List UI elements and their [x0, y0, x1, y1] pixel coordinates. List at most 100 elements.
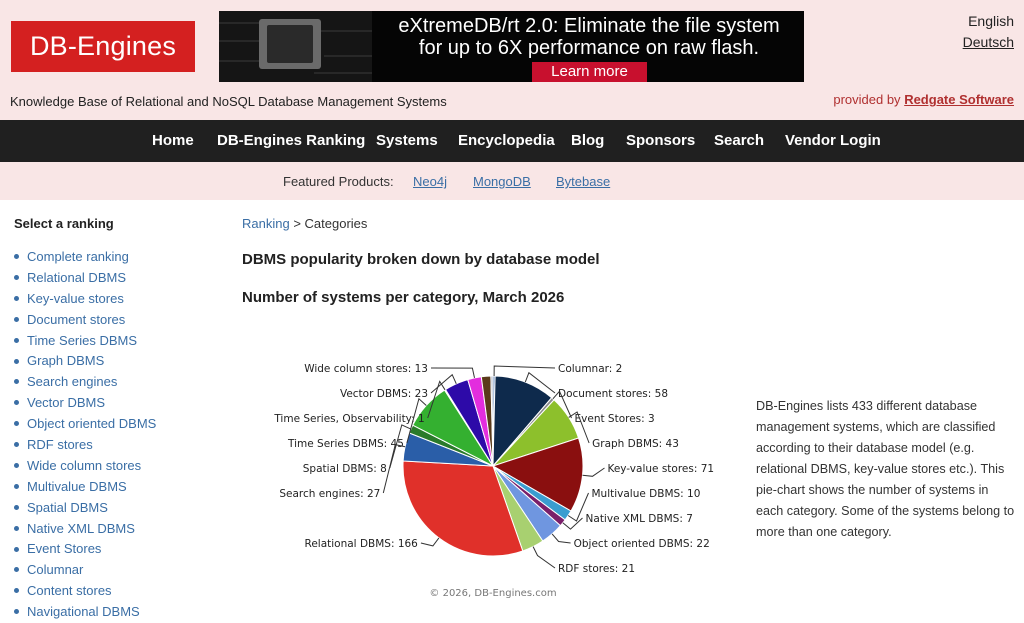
redgate-link[interactable]: Redgate Software	[904, 92, 1014, 107]
language-english[interactable]: English	[968, 13, 1014, 29]
ranking-link[interactable]: RDF stores	[27, 437, 93, 452]
ranking-link[interactable]: Object oriented DBMS	[27, 416, 156, 431]
ranking-item[interactable]: Spatial DBMS	[14, 498, 156, 519]
pie-label: Time Series, Observability: 1	[273, 413, 424, 425]
bullet-icon	[14, 483, 19, 489]
ranking-item[interactable]: Graph DBMS	[14, 351, 156, 372]
pie-label: Multivalue DBMS: 10	[591, 488, 700, 500]
pie-label: Spatial DBMS: 8	[303, 463, 387, 475]
bullet-icon	[14, 442, 19, 448]
bullet-icon	[14, 254, 19, 260]
ranking-list: Complete ranking Relational DBMS Key-val…	[14, 247, 156, 623]
ranking-link[interactable]: Complete ranking	[27, 249, 129, 264]
ranking-link[interactable]: Navigational DBMS	[27, 604, 140, 619]
pie-label: Event Stores: 3	[575, 413, 655, 425]
provided-by-prefix: provided by	[833, 92, 901, 107]
circuit-chip-icon	[219, 11, 372, 82]
pie-label: Time Series DBMS: 45	[287, 438, 404, 450]
ranking-item[interactable]: Wide column stores	[14, 456, 156, 477]
nav-sponsors[interactable]: Sponsors	[626, 120, 695, 162]
featured-neo4j-link[interactable]: Neo4j	[413, 174, 447, 189]
label-connector	[420, 537, 440, 547]
bullet-icon	[14, 546, 19, 552]
ranking-item[interactable]: Vector DBMS	[14, 393, 156, 414]
pie-label: Native XML DBMS: 7	[586, 513, 693, 525]
ranking-item[interactable]: Time Series DBMS	[14, 331, 156, 352]
ranking-item[interactable]: RDF stores	[14, 435, 156, 456]
nav-encyclopedia[interactable]: Encyclopedia	[458, 120, 555, 162]
label-connector	[582, 467, 605, 477]
ranking-item[interactable]: Native XML DBMS	[14, 519, 156, 540]
pie-label: Graph DBMS: 43	[592, 438, 679, 450]
nav-search[interactable]: Search	[714, 120, 764, 162]
chart-title: Number of systems per category, March 20…	[242, 289, 565, 306]
pie-label: RDF stores: 21	[558, 563, 635, 575]
bullet-icon	[14, 316, 19, 322]
ad-banner[interactable]: eXtremeDB/rt 2.0: Eliminate the file sys…	[219, 11, 804, 82]
ranking-link[interactable]: Multivalue DBMS	[27, 479, 127, 494]
pie-label: Vector DBMS: 23	[340, 388, 428, 400]
ranking-item[interactable]: Object oriented DBMS	[14, 414, 156, 435]
banner-headline-1: eXtremeDB/rt 2.0: Eliminate the file sys…	[398, 15, 780, 37]
ranking-item[interactable]: Relational DBMS	[14, 268, 156, 289]
ranking-link[interactable]: Relational DBMS	[27, 270, 126, 285]
breadcrumb-current: > Categories	[293, 216, 368, 231]
nav-ranking[interactable]: DB-Engines Ranking	[217, 120, 365, 162]
pie-label: Wide column stores: 13	[304, 363, 428, 375]
pie-slices	[402, 375, 584, 557]
main-nav: Home DB-Engines Ranking Systems Encyclop…	[0, 120, 1024, 162]
nav-blog[interactable]: Blog	[571, 120, 604, 162]
pie-label: Search engines: 27	[279, 488, 380, 500]
bullet-icon	[14, 400, 19, 406]
site-tagline: Knowledge Base of Relational and NoSQL D…	[10, 94, 447, 109]
site-header: DB-Engines eXtremeDB/rt 2.0: Eliminate t…	[0, 0, 1024, 120]
bullet-icon	[14, 609, 19, 615]
bullet-icon	[14, 337, 19, 343]
ranking-link[interactable]: Event Stores	[27, 541, 101, 556]
bullet-icon	[14, 504, 19, 510]
ranking-link[interactable]: Vector DBMS	[27, 395, 105, 410]
bullet-icon	[14, 462, 19, 468]
ranking-item[interactable]: Content stores	[14, 581, 156, 602]
sidebar-title: Select a ranking	[14, 216, 114, 231]
bullet-icon	[14, 567, 19, 573]
ranking-link[interactable]: Graph DBMS	[27, 353, 104, 368]
bullet-icon	[14, 421, 19, 427]
ranking-item[interactable]: Columnar	[14, 560, 156, 581]
featured-products-bar: Featured Products: Neo4j MongoDB Bytebas…	[0, 162, 1024, 200]
ranking-link[interactable]: Columnar	[27, 562, 83, 577]
ranking-link[interactable]: Time Series DBMS	[27, 333, 137, 348]
provided-by: provided by Redgate Software	[833, 92, 1014, 107]
db-engines-logo[interactable]: DB-Engines	[11, 21, 195, 72]
breadcrumb-ranking-link[interactable]: Ranking	[242, 216, 290, 231]
featured-bytebase-link[interactable]: Bytebase	[556, 174, 610, 189]
ranking-item[interactable]: Search engines	[14, 372, 156, 393]
featured-mongodb-link[interactable]: MongoDB	[473, 174, 531, 189]
bullet-icon	[14, 379, 19, 385]
ranking-item[interactable]: Complete ranking	[14, 247, 156, 268]
breadcrumb: Ranking > Categories	[242, 216, 367, 231]
ranking-link[interactable]: Native XML DBMS	[27, 521, 135, 536]
ranking-item[interactable]: Multivalue DBMS	[14, 477, 156, 498]
nav-vendor-login[interactable]: Vendor Login	[785, 120, 881, 162]
bullet-icon	[14, 295, 19, 301]
pie-label: Key-value stores: 71	[607, 463, 714, 475]
ranking-item[interactable]: Event Stores	[14, 539, 156, 560]
ranking-item[interactable]: Document stores	[14, 310, 156, 331]
ranking-link[interactable]: Key-value stores	[27, 291, 124, 306]
language-deutsch-link[interactable]: Deutsch	[963, 34, 1014, 50]
ranking-item[interactable]: Navigational DBMS	[14, 602, 156, 623]
ranking-link[interactable]: Spatial DBMS	[27, 500, 108, 515]
pie-label: Relational DBMS: 166	[305, 538, 419, 550]
ranking-link[interactable]: Content stores	[27, 583, 112, 598]
nav-home[interactable]: Home	[152, 120, 194, 162]
label-connector	[551, 533, 571, 544]
ranking-item[interactable]: Key-value stores	[14, 289, 156, 310]
nav-systems[interactable]: Systems	[376, 120, 438, 162]
featured-label: Featured Products:	[283, 174, 394, 189]
ranking-link[interactable]: Document stores	[27, 312, 125, 327]
ranking-link[interactable]: Wide column stores	[27, 458, 141, 473]
learn-more-button[interactable]: Learn more	[532, 62, 647, 82]
bullet-icon	[14, 274, 19, 280]
ranking-link[interactable]: Search engines	[27, 374, 117, 389]
